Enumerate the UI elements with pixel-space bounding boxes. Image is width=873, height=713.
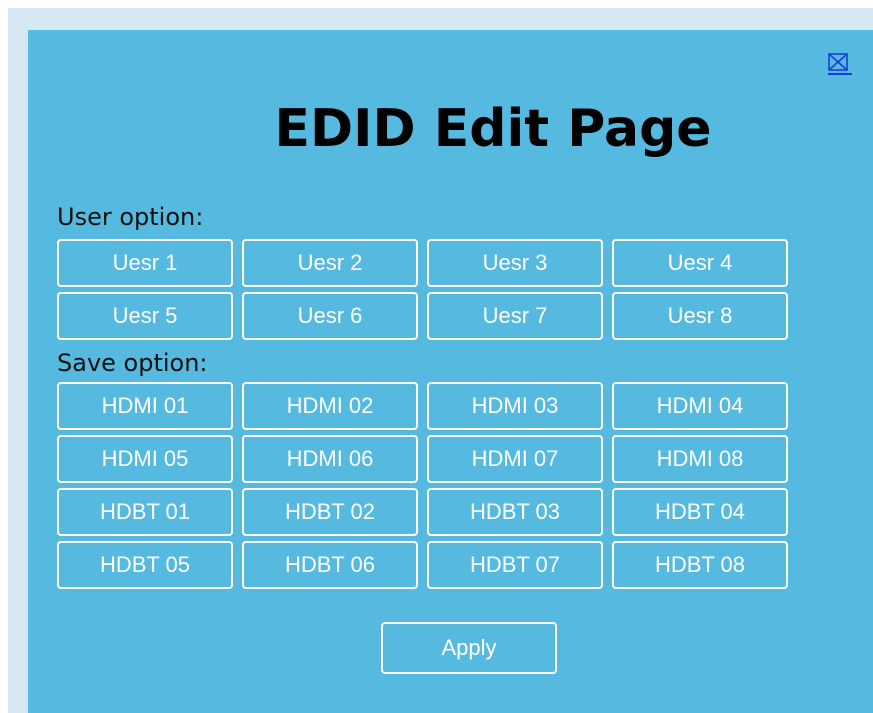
save-button-hdmi-04[interactable]: HDMI 04	[612, 382, 788, 430]
save-button-hdbt-01[interactable]: HDBT 01	[57, 488, 233, 536]
save-button-hdbt-04[interactable]: HDBT 04	[612, 488, 788, 536]
save-button-hdbt-06[interactable]: HDBT 06	[242, 541, 418, 589]
save-button-hdmi-02[interactable]: HDMI 02	[242, 382, 418, 430]
save-button-hdmi-06[interactable]: HDMI 06	[242, 435, 418, 483]
edid-edit-panel: EDID Edit Page User option: Uesr 1 Uesr …	[28, 30, 873, 713]
save-button-hdbt-05[interactable]: HDBT 05	[57, 541, 233, 589]
save-option-grid: HDMI 01 HDMI 02 HDMI 03 HDMI 04 HDMI 05 …	[57, 382, 788, 589]
save-button-hdbt-02[interactable]: HDBT 02	[242, 488, 418, 536]
user-button-2[interactable]: Uesr 2	[242, 239, 418, 287]
user-button-8[interactable]: Uesr 8	[612, 292, 788, 340]
user-button-1[interactable]: Uesr 1	[57, 239, 233, 287]
page-title: EDID Edit Page	[274, 99, 712, 159]
user-button-3[interactable]: Uesr 3	[427, 239, 603, 287]
user-button-7[interactable]: Uesr 7	[427, 292, 603, 340]
user-option-grid: Uesr 1 Uesr 2 Uesr 3 Uesr 4 Uesr 5 Uesr …	[57, 239, 788, 340]
save-button-hdbt-07[interactable]: HDBT 07	[427, 541, 603, 589]
close-box-icon	[828, 53, 848, 71]
save-button-hdmi-05[interactable]: HDMI 05	[57, 435, 233, 483]
save-option-label: Save option:	[57, 349, 208, 377]
close-button[interactable]	[828, 52, 852, 75]
user-option-label: User option:	[57, 203, 204, 231]
save-button-hdmi-07[interactable]: HDMI 07	[427, 435, 603, 483]
window-frame: EDID Edit Page User option: Uesr 1 Uesr …	[8, 8, 873, 713]
save-button-hdmi-08[interactable]: HDMI 08	[612, 435, 788, 483]
user-button-6[interactable]: Uesr 6	[242, 292, 418, 340]
save-button-hdbt-03[interactable]: HDBT 03	[427, 488, 603, 536]
user-button-4[interactable]: Uesr 4	[612, 239, 788, 287]
save-button-hdbt-08[interactable]: HDBT 08	[612, 541, 788, 589]
close-link-underline	[828, 73, 852, 75]
save-button-hdmi-01[interactable]: HDMI 01	[57, 382, 233, 430]
apply-button[interactable]: Apply	[381, 622, 557, 674]
save-button-hdmi-03[interactable]: HDMI 03	[427, 382, 603, 430]
user-button-5[interactable]: Uesr 5	[57, 292, 233, 340]
